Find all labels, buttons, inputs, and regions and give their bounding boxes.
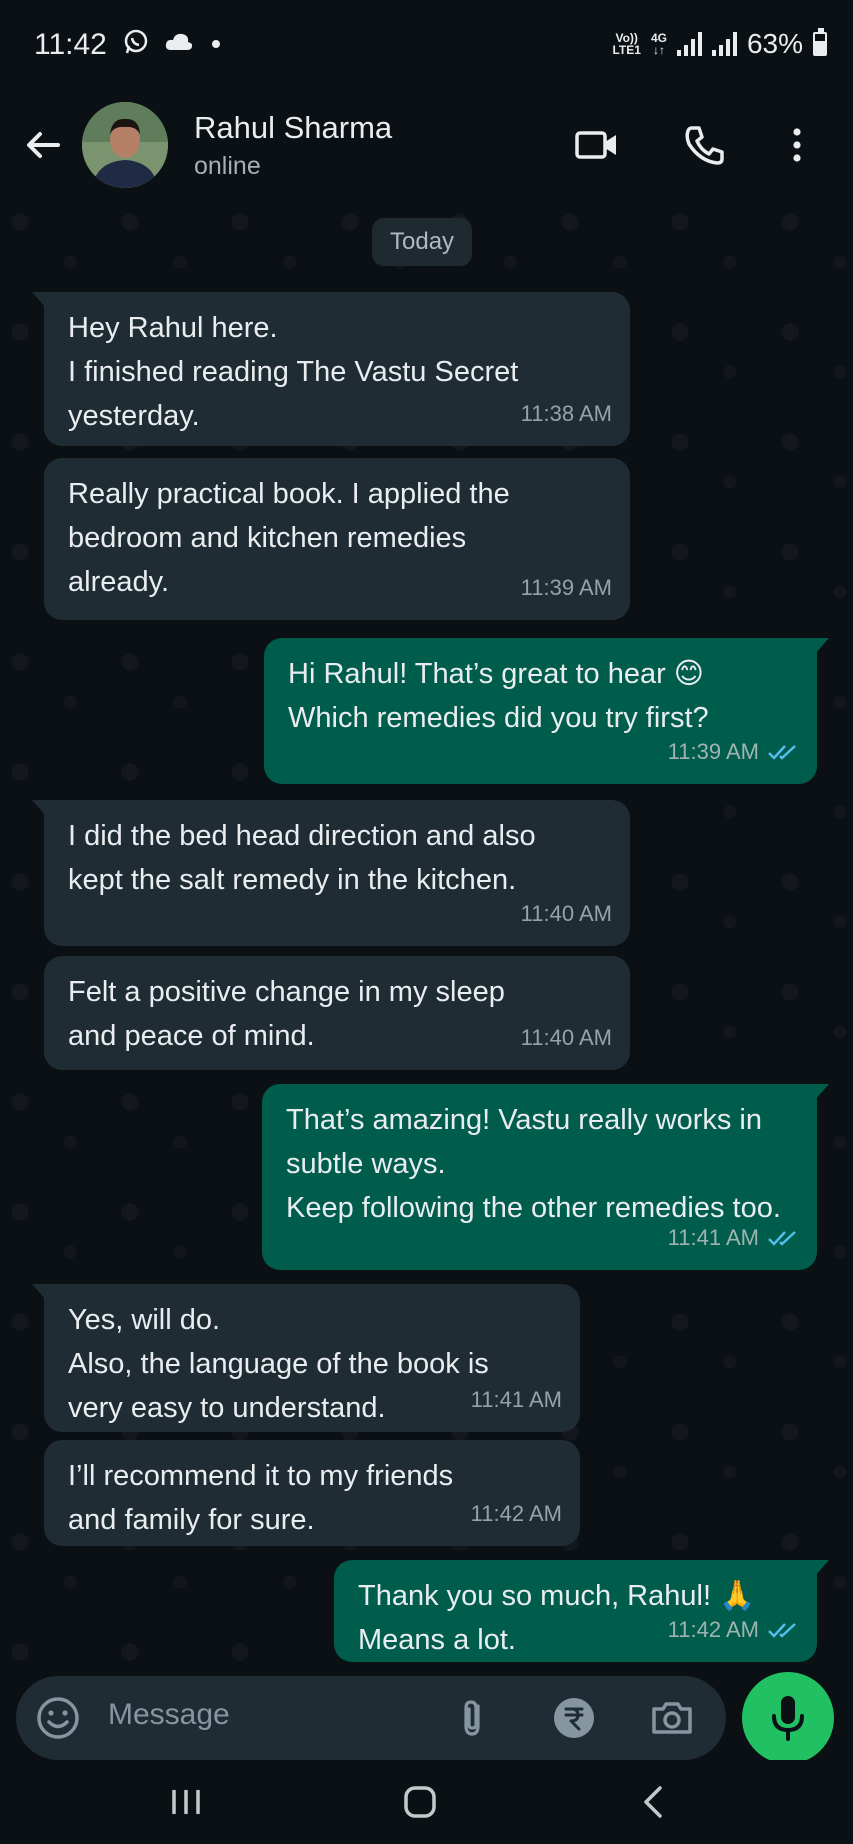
- back-icon[interactable]: [632, 1780, 676, 1824]
- message-time: 11:39 AM: [520, 575, 612, 600]
- chat-header: Rahul Sharma online: [0, 92, 853, 202]
- system-nav-bar: [0, 1760, 853, 1844]
- status-bar: 11:42 Vo)) LTE1 4G ↓↑ 63%: [0, 0, 853, 92]
- back-arrow-icon[interactable]: [20, 122, 66, 168]
- read-ticks-icon: [768, 1231, 796, 1246]
- rupee-payment-icon[interactable]: [550, 1694, 598, 1742]
- read-ticks-icon: [768, 745, 796, 760]
- battery-percent: 63%: [746, 28, 803, 59]
- attach-icon[interactable]: [448, 1694, 496, 1742]
- contact-status: online: [194, 152, 261, 180]
- message-bubble-incoming[interactable]: Really practical book. I applied the bed…: [44, 458, 630, 620]
- message-time: 11:40 AM: [520, 901, 612, 926]
- date-chip: Today: [372, 218, 473, 266]
- message-meta: 11:42 AM: [471, 1492, 562, 1536]
- message-text: Hi Rahul! That’s great to hear 😊 Which r…: [288, 658, 709, 734]
- volte-indicator: Vo)) LTE1: [612, 32, 640, 56]
- battery-fill: [815, 41, 825, 54]
- message-bubble-incoming[interactable]: I did the bed head direction and also ke…: [32, 800, 630, 946]
- message-meta: 11:39 AM: [521, 566, 612, 610]
- message-time: 11:38 AM: [520, 401, 612, 426]
- message-bubble-outgoing[interactable]: Hi Rahul! That’s great to hear 😊 Which r…: [264, 638, 829, 784]
- status-right: Vo)) LTE1 4G ↓↑ 63%: [612, 28, 827, 60]
- signal-icon-2: [711, 32, 737, 56]
- mic-button[interactable]: [742, 1672, 834, 1764]
- message-text: I did the bed head direction and also ke…: [68, 820, 536, 896]
- home-icon[interactable]: [398, 1780, 442, 1824]
- voice-call-icon[interactable]: [680, 120, 730, 170]
- whatsapp-icon: [124, 29, 148, 54]
- data-arrows-icon: ↓↑: [652, 43, 665, 57]
- message-bubble-incoming[interactable]: Yes, will do. Also, the language of the …: [32, 1284, 580, 1432]
- network-type: 4G ↓↑: [651, 32, 667, 56]
- status-left-icons: [122, 28, 224, 56]
- message-time: 11:41 AM: [470, 1387, 562, 1412]
- message-bubble-incoming[interactable]: I’ll recommend it to my friends and fami…: [44, 1440, 580, 1546]
- message-time: 11:41 AM: [667, 1225, 759, 1250]
- emoji-icon[interactable]: [34, 1694, 82, 1742]
- message-meta: 11:42 AM: [668, 1608, 799, 1652]
- avatar[interactable]: [82, 102, 168, 188]
- video-call-icon[interactable]: [572, 120, 622, 170]
- contact-name[interactable]: Rahul Sharma: [194, 110, 392, 146]
- message-meta: 11:38 AM: [521, 392, 612, 436]
- lte-label: LTE1: [612, 43, 641, 57]
- message-input[interactable]: Message: [108, 1698, 230, 1732]
- message-bubble-incoming[interactable]: Felt a positive change in my sleep and p…: [44, 956, 630, 1070]
- more-vert-icon[interactable]: [772, 120, 822, 170]
- avatar-image: [82, 102, 168, 188]
- message-meta: 11:41 AM: [668, 1216, 799, 1260]
- cloud-icon: [165, 33, 193, 50]
- message-meta: 11:39 AM: [668, 730, 799, 774]
- message-input-bar[interactable]: Message: [16, 1676, 726, 1760]
- signal-icon: [676, 32, 702, 56]
- message-meta: 11:41 AM: [471, 1378, 562, 1422]
- message-meta: 11:40 AM: [521, 1016, 612, 1060]
- message-time: 11:39 AM: [667, 739, 759, 764]
- chat-area[interactable]: Today Hey Rahul here. I finished reading…: [0, 202, 853, 1674]
- message-time: 11:40 AM: [520, 1025, 612, 1050]
- status-time: 11:42: [34, 28, 107, 61]
- message-text: That’s amazing! Vastu really works in su…: [286, 1104, 781, 1224]
- camera-icon[interactable]: [648, 1694, 696, 1742]
- dot-icon: [212, 40, 220, 48]
- message-time: 11:42 AM: [667, 1617, 759, 1642]
- recent-apps-icon[interactable]: [164, 1780, 208, 1824]
- message-time: 11:42 AM: [470, 1501, 562, 1526]
- battery-icon: [813, 28, 827, 56]
- message-bubble-outgoing[interactable]: That’s amazing! Vastu really works in su…: [262, 1084, 829, 1270]
- message-bubble-outgoing[interactable]: Thank you so much, Rahul! 🙏 Means a lot.…: [334, 1560, 829, 1662]
- message-bubble-incoming[interactable]: Hey Rahul here. I finished reading The V…: [32, 292, 630, 446]
- read-ticks-icon: [768, 1623, 796, 1638]
- mic-icon: [772, 1696, 804, 1741]
- message-meta: 11:40 AM: [521, 892, 612, 936]
